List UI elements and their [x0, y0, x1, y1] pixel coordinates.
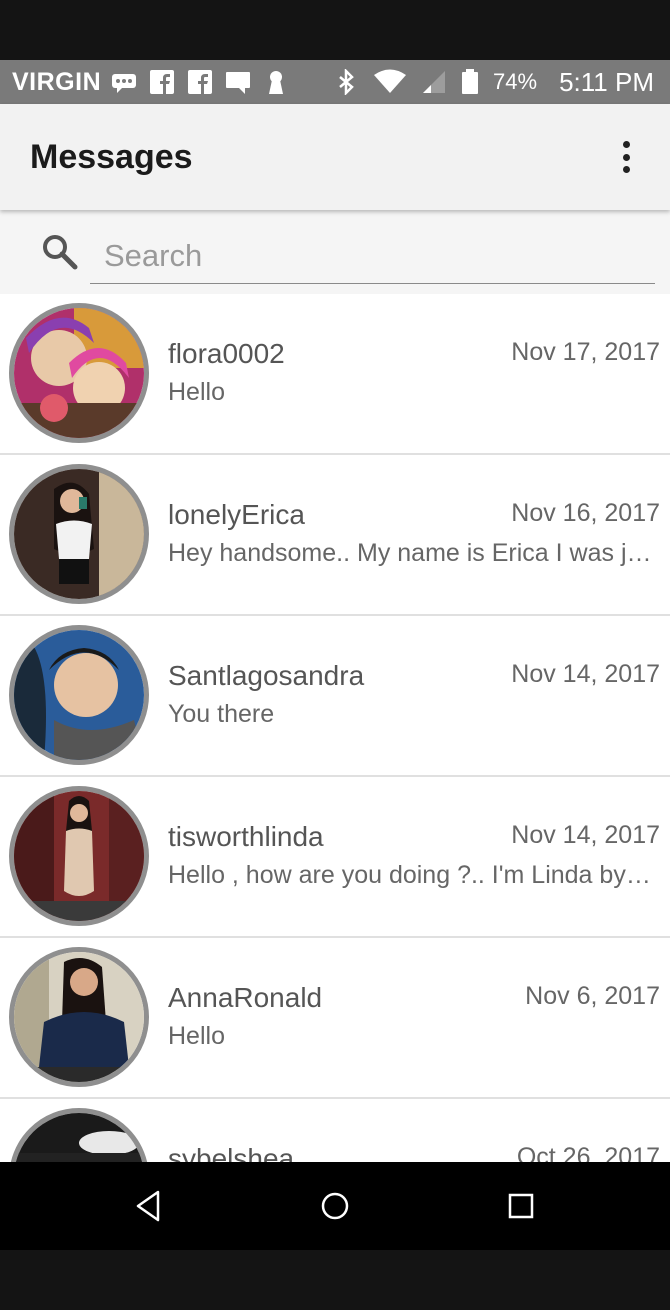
menu-dot [622, 166, 630, 173]
contact-name: lonelyErica [168, 499, 305, 530]
conversation-row[interactable]: lonelyErica Nov 16, 2017 Hey handsome.. … [0, 455, 670, 616]
conversation-row[interactable]: Santlagosandra Nov 14, 2017 You there [0, 616, 670, 777]
message-date: Nov 14, 2017 [511, 821, 660, 849]
keyhole-icon [269, 71, 284, 94]
conversation-list[interactable]: flora0002 Nov 17, 2017 Hello lonelyErica… [0, 294, 670, 1162]
search-input[interactable] [90, 228, 655, 284]
message-preview: Hey handsome.. My name is Erica I was j… [168, 539, 652, 567]
menu-dot [622, 153, 630, 161]
contact-name: AnnaRonald [168, 982, 323, 1013]
recents-icon[interactable] [501, 1186, 541, 1226]
message-date: Oct 26, 2017 [516, 1143, 660, 1162]
facebook-icon [150, 70, 175, 94]
status-bar: VIRGIN 74% 5:11 PM [0, 60, 670, 104]
message-date: Nov 16, 2017 [511, 499, 660, 527]
wifi-icon [374, 69, 407, 93]
bottom-bezel [0, 1250, 670, 1310]
signal-icon [423, 71, 446, 93]
contact-name: tisworthlinda [168, 821, 324, 852]
search-bar [0, 210, 670, 294]
conversation-row[interactable]: tisworthlinda Nov 14, 2017 Hello , how a… [0, 777, 670, 938]
conversation-row[interactable]: flora0002 Nov 17, 2017 Hello [0, 294, 670, 455]
overflow-menu-icon[interactable] [612, 137, 640, 177]
carrier-label: VIRGIN [12, 67, 102, 96]
message-date: Nov 6, 2017 [525, 982, 660, 1010]
conversation-row[interactable]: sybelshea Oct 26, 2017 [0, 1099, 670, 1162]
bluetooth-icon [339, 69, 354, 95]
top-bezel [0, 0, 670, 60]
home-icon[interactable] [315, 1186, 355, 1226]
message-date: Nov 14, 2017 [511, 660, 660, 688]
menu-dot [622, 141, 630, 148]
avatar[interactable] [9, 464, 149, 604]
conversation-row[interactable]: AnnaRonald Nov 6, 2017 Hello [0, 938, 670, 1099]
facebook-icon [188, 70, 213, 94]
battery-icon [462, 69, 479, 94]
message-preview: Hello [168, 1022, 225, 1050]
message-icon [226, 72, 251, 94]
search-icon[interactable] [40, 232, 80, 272]
battery-percentage: 74% [493, 69, 538, 94]
page-title: Messages [30, 137, 193, 176]
avatar[interactable] [9, 786, 149, 926]
avatar[interactable] [9, 1108, 149, 1162]
clock: 5:11 PM [559, 66, 654, 97]
message-preview: Hello , how are you doing ?.. I'm Linda … [168, 861, 651, 889]
message-preview: Hello [168, 378, 225, 406]
contact-name: Santlagosandra [168, 660, 365, 691]
contact-name: sybelshea [168, 1143, 295, 1162]
back-icon[interactable] [128, 1186, 168, 1226]
app-bar: Messages [0, 104, 670, 210]
contact-name: flora0002 [168, 338, 285, 369]
navigation-bar [0, 1162, 670, 1250]
avatar[interactable] [9, 625, 149, 765]
avatar[interactable] [9, 947, 149, 1087]
message-date: Nov 17, 2017 [511, 338, 660, 366]
avatar[interactable] [9, 303, 149, 443]
message-preview: You there [168, 700, 275, 728]
voicemail-icon [112, 74, 137, 93]
